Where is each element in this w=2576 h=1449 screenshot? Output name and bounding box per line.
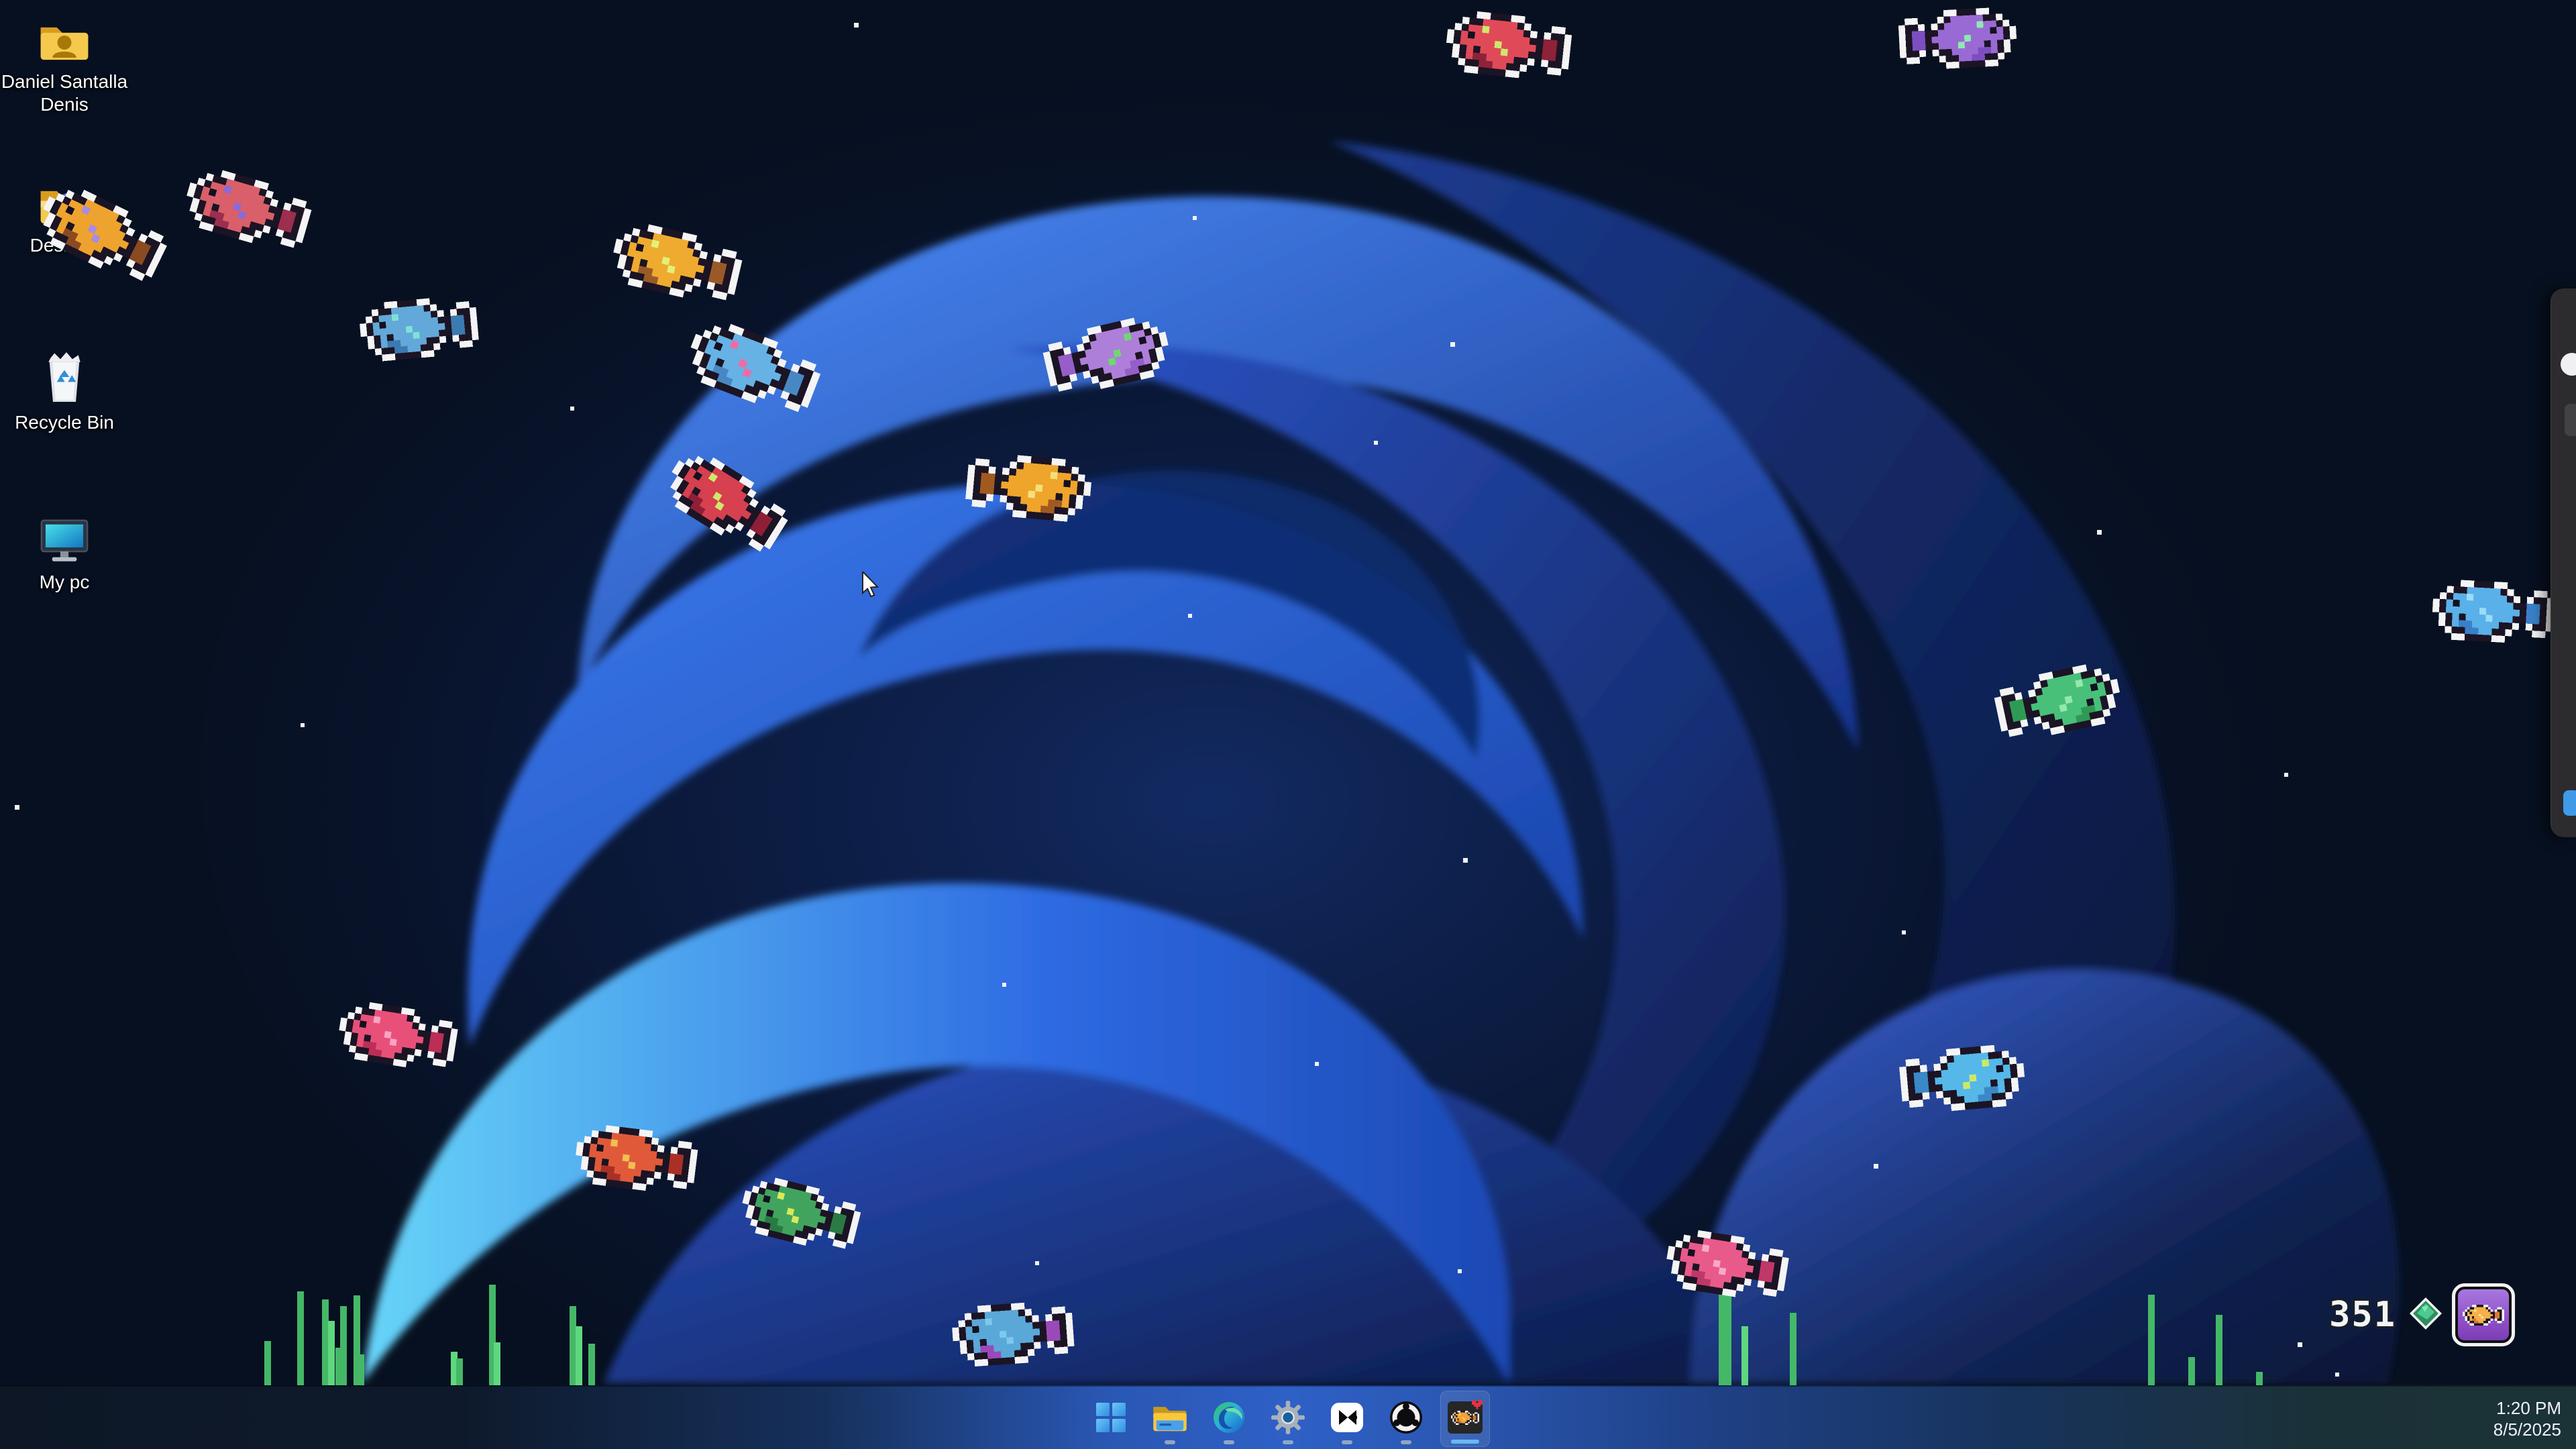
currency-counter: 351 xyxy=(2329,1295,2396,1335)
capcut-icon xyxy=(1330,1400,1364,1437)
running-indicator xyxy=(1401,1440,1411,1444)
desktop: Daniel Santalla Denis Desktop Recycle Bi… xyxy=(0,0,2576,1449)
taskbar-file-explorer-button[interactable] xyxy=(1145,1391,1195,1447)
clock-date: 8/5/2025 xyxy=(2493,1419,2561,1440)
pixel-fish[interactable] xyxy=(680,314,826,422)
start-icon xyxy=(1093,1400,1128,1437)
panel-blue-item[interactable] xyxy=(2563,790,2576,816)
edge-icon xyxy=(1212,1400,1246,1437)
taskbar-fish-app-button[interactable] xyxy=(1440,1391,1490,1447)
aquarium-hud: 351 xyxy=(2329,1287,2512,1343)
right-edge-panel[interactable] xyxy=(2551,288,2576,837)
pixel-fish[interactable] xyxy=(1898,1042,2027,1115)
taskbar-capcut-button[interactable] xyxy=(1322,1391,1372,1447)
pixel-fish[interactable] xyxy=(951,1299,1075,1368)
system-tray: 1:20 PM 8/5/2025 xyxy=(2493,1387,2561,1449)
pixel-fish-icon xyxy=(1446,1399,1484,1438)
taskbar-obs-button[interactable] xyxy=(1381,1391,1431,1447)
pixel-fish[interactable] xyxy=(178,162,315,256)
panel-circle-icon[interactable] xyxy=(2561,353,2576,376)
mouse-cursor xyxy=(861,572,888,601)
pixel-fish[interactable] xyxy=(1897,7,2017,72)
pixel-fish[interactable] xyxy=(657,443,795,561)
pixel-fish[interactable] xyxy=(1991,659,2125,745)
fish-shop-button[interactable] xyxy=(2455,1287,2512,1343)
pixel-fish[interactable] xyxy=(1443,8,1573,83)
taskbar-edge-button[interactable] xyxy=(1204,1391,1254,1447)
taskbar-apps xyxy=(1086,1387,1490,1449)
emerald-gem-icon xyxy=(2408,1296,2443,1334)
pixel-fish[interactable] xyxy=(572,1122,700,1196)
pixel-fish[interactable] xyxy=(335,998,460,1075)
pixel-fish[interactable] xyxy=(31,177,173,290)
file-explorer-icon xyxy=(1152,1401,1188,1436)
pixel-fish[interactable] xyxy=(2431,578,2555,645)
taskbar-clock[interactable]: 1:20 PM 8/5/2025 xyxy=(2493,1397,2561,1440)
running-indicator xyxy=(1283,1440,1293,1444)
running-indicator xyxy=(1451,1440,1479,1444)
pixel-fish[interactable] xyxy=(736,1171,864,1256)
pixel-fish[interactable] xyxy=(1039,311,1174,400)
panel-item[interactable] xyxy=(2565,404,2576,436)
running-indicator xyxy=(1165,1440,1175,1444)
running-indicator xyxy=(1342,1440,1352,1444)
obs-studio-icon xyxy=(1389,1400,1424,1437)
taskbar-start-button[interactable] xyxy=(1086,1391,1136,1447)
fish-layer xyxy=(0,0,2576,1449)
pixel-fish[interactable] xyxy=(1662,1226,1791,1304)
clock-time: 1:20 PM xyxy=(2493,1397,2561,1419)
pixel-fish[interactable] xyxy=(358,294,480,363)
heart-icon xyxy=(1472,1400,1483,1411)
taskbar: 1:20 PM 8/5/2025 xyxy=(0,1385,2576,1449)
pixel-fish[interactable] xyxy=(607,217,746,308)
running-indicator xyxy=(1224,1440,1234,1444)
settings-gear-icon xyxy=(1271,1400,1305,1437)
taskbar-settings-button[interactable] xyxy=(1263,1391,1313,1447)
pixel-fish[interactable] xyxy=(964,451,1093,523)
